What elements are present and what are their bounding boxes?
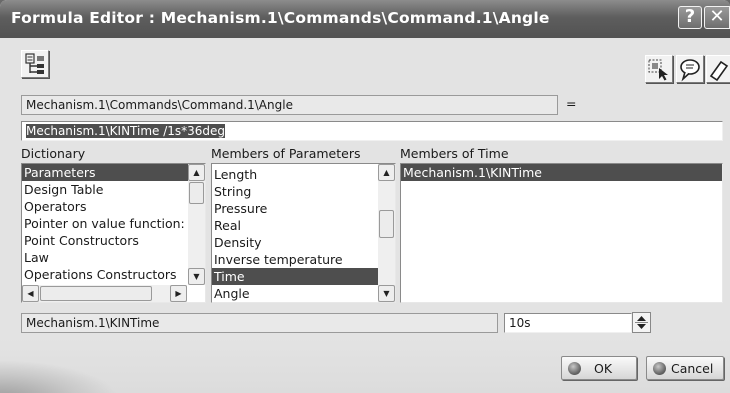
dictionary-item-operators[interactable]: Operators	[22, 198, 188, 215]
cancel-button[interactable]: Cancel	[646, 356, 724, 380]
decorative-swoosh	[0, 360, 120, 393]
dictionary-label: Dictionary	[21, 146, 86, 161]
value-field[interactable]: 10s	[504, 313, 632, 333]
dictionary-horizontal-scrollbar[interactable]: ◀ ▶	[22, 285, 187, 302]
parameter-type-item[interactable]: Length	[212, 166, 378, 183]
dictionary-item-law[interactable]: Law	[22, 249, 188, 266]
dictionary-item-operations-constructors[interactable]: Operations Constructors	[22, 266, 188, 283]
dictionary-list[interactable]: Parameters Design Table Operators Pointe…	[21, 163, 206, 303]
time-member-item[interactable]: Mechanism.1\KINTime	[401, 164, 722, 181]
scroll-down-arrow-icon[interactable]: ▼	[378, 285, 395, 302]
dictionary-scroll-thumb[interactable]	[189, 182, 204, 204]
members-of-time-label: Members of Time	[400, 146, 509, 161]
ok-button-label: OK	[594, 361, 613, 376]
parameter-type-item[interactable]: String	[212, 183, 378, 200]
dictionary-item-point-constructors[interactable]: Point Constructors	[22, 232, 188, 249]
erase-button[interactable]	[706, 55, 730, 83]
members-of-parameters-label: Members of Parameters	[211, 146, 361, 161]
select-parameter-button[interactable]	[645, 55, 673, 83]
cancel-button-label: Cancel	[671, 361, 714, 376]
eraser-icon	[709, 60, 729, 82]
value-spinner[interactable]	[632, 312, 651, 333]
selected-member-field: Mechanism.1\KINTime	[21, 313, 498, 333]
parameter-type-item[interactable]: Angle	[212, 285, 378, 302]
parameter-type-item[interactable]: Inverse temperature	[212, 251, 378, 268]
parameter-path-field: Mechanism.1\Commands\Command.1\Angle	[21, 95, 558, 115]
speech-bubble-icon	[680, 59, 700, 82]
help-button[interactable]: ?	[678, 6, 702, 29]
parameters-scroll-thumb[interactable]	[379, 210, 394, 238]
members-of-parameters-list[interactable]: Length String Pressure Real Density Inve…	[211, 163, 396, 303]
select-parameter-icon	[648, 59, 668, 81]
dictionary-vertical-scrollbar[interactable]: ▲ ▼	[188, 164, 205, 285]
ok-button[interactable]: OK	[561, 356, 637, 380]
title-bar[interactable]: Formula Editor : Mechanism.1\Commands\Co…	[0, 0, 730, 38]
scroll-up-arrow-icon[interactable]: ▲	[378, 164, 395, 181]
scroll-down-arrow-icon[interactable]: ▼	[188, 268, 205, 285]
members-of-time-list[interactable]: Mechanism.1\KINTime	[400, 163, 723, 303]
formula-text: Mechanism.1\KINTime /1s*36deg	[26, 124, 226, 138]
close-button[interactable]: ✕	[704, 6, 730, 29]
scroll-up-arrow-icon[interactable]: ▲	[188, 164, 205, 181]
parameters-vertical-scrollbar[interactable]: ▲ ▼	[378, 164, 395, 302]
parameter-type-item[interactable]: Density	[212, 234, 378, 251]
formula-tree-icon	[25, 53, 44, 74]
dictionary-item-design-table[interactable]: Design Table	[22, 181, 188, 198]
formula-tree-button[interactable]	[21, 50, 49, 78]
scroll-left-arrow-icon[interactable]: ◀	[22, 285, 39, 302]
scroll-right-arrow-icon[interactable]: ▶	[170, 285, 187, 302]
parameter-type-item[interactable]: Pressure	[212, 200, 378, 217]
window-title: Formula Editor : Mechanism.1\Commands\Co…	[11, 9, 550, 27]
dictionary-hscroll-thumb[interactable]	[40, 286, 152, 301]
cancel-indicator-icon	[653, 362, 666, 375]
formula-editor-dialog: Formula Editor : Mechanism.1\Commands\Co…	[0, 0, 730, 393]
comment-button[interactable]	[676, 55, 704, 83]
parameter-type-item-selected[interactable]: Time	[212, 268, 378, 285]
dictionary-item-parameters[interactable]: Parameters	[22, 164, 188, 181]
formula-input[interactable]: Mechanism.1\KINTime /1s*36deg	[21, 121, 723, 141]
ok-indicator-icon	[568, 362, 581, 375]
spinner-arrows-icon	[635, 316, 648, 329]
equals-sign: =	[566, 96, 577, 111]
dictionary-item-pointer-on-value-function[interactable]: Pointer on value function:	[22, 215, 188, 232]
parameter-type-item[interactable]: Real	[212, 217, 378, 234]
